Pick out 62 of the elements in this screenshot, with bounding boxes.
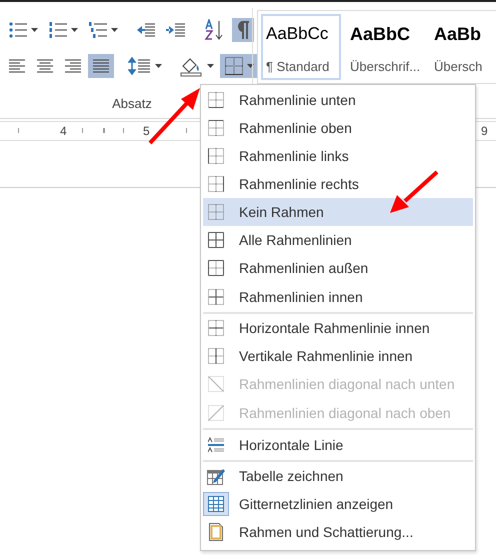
border-icon: [208, 289, 224, 305]
style-name: Überschrif...: [350, 59, 420, 74]
style-preview: AaBbC: [350, 24, 410, 45]
caret-icon: [155, 64, 162, 68]
style-tile[interactable]: AaBb Übersch: [429, 14, 496, 80]
multilevel-list-icon: [88, 20, 108, 40]
justify-button[interactable]: [88, 54, 114, 78]
border-icon: [208, 176, 224, 192]
menu-item[interactable]: Rahmenlinien außen: [203, 254, 473, 282]
menu-item[interactable]: Rahmenlinie links: [203, 142, 473, 170]
menu-item[interactable]: Gitternetzlinien anzeigen: [203, 490, 473, 518]
ruler-number: 4: [60, 124, 67, 138]
border-icon: [208, 348, 224, 364]
menu-item[interactable]: Rahmenlinie unten: [203, 86, 473, 114]
caret-icon: [31, 28, 38, 32]
ruler-number: 5: [143, 124, 150, 138]
caret-icon: [111, 28, 118, 32]
table-pencil-icon: [206, 466, 226, 486]
border-icon: [208, 120, 224, 136]
bullet-list-icon: [8, 20, 28, 40]
style-name: Übersch: [434, 59, 482, 74]
menu-item[interactable]: Rahmenlinie oben: [203, 114, 473, 142]
menu-item[interactable]: Tabelle zeichnen: [203, 462, 473, 490]
menu-item[interactable]: Rahmenlinie rechts: [203, 170, 473, 198]
ruler-number: 9: [481, 124, 488, 138]
numbered-list-icon: [48, 20, 68, 40]
style-tile[interactable]: AaBbC Überschrif...: [345, 14, 425, 80]
menu-item[interactable]: Horizontale Linie: [203, 430, 473, 462]
style-tile[interactable]: AaBbCc ¶ Standard: [261, 14, 341, 80]
menu-item[interactable]: Rahmenlinien innen: [203, 282, 473, 314]
borders-button[interactable]: [220, 54, 258, 78]
line-spacing-icon: [128, 56, 152, 76]
align-left-icon: [8, 57, 26, 75]
justify-icon: [92, 57, 110, 75]
border-icon: [208, 260, 224, 276]
arrow: [390, 170, 438, 213]
style-preview: AaBbCc: [266, 24, 328, 44]
pilcrow-icon: [236, 20, 250, 40]
caret-icon: [71, 28, 78, 32]
border-icon: [208, 320, 224, 336]
border-icon: [208, 92, 224, 108]
caret-icon: [207, 64, 214, 68]
diagonal-border-icon: [208, 376, 224, 392]
group-label: Absatz: [112, 96, 152, 111]
menu-item[interactable]: Rahmen und Schattierung...: [203, 518, 473, 546]
align-center-icon: [36, 57, 54, 75]
border-icon: [208, 148, 224, 164]
table-grid-icon: [207, 495, 225, 513]
diagonal-border-icon: [208, 405, 224, 421]
align-right-icon: [64, 57, 82, 75]
horizontal-line-icon: [208, 437, 224, 453]
style-name: ¶ Standard: [266, 59, 330, 74]
menu-item[interactable]: Vertikale Rahmenlinie innen: [203, 342, 473, 370]
pilcrow-button[interactable]: [232, 18, 254, 42]
menu-item[interactable]: Alle Rahmenlinien: [203, 226, 473, 254]
menu-item[interactable]: Kein Rahmen: [203, 198, 473, 226]
style-preview: AaBb: [434, 24, 482, 45]
page-icon: [208, 522, 224, 542]
border-icon: [208, 232, 224, 248]
menu-item[interactable]: Horizontale Rahmenlinie innen: [203, 314, 473, 342]
border-icon: [208, 204, 224, 220]
grid-icon: [224, 56, 244, 76]
